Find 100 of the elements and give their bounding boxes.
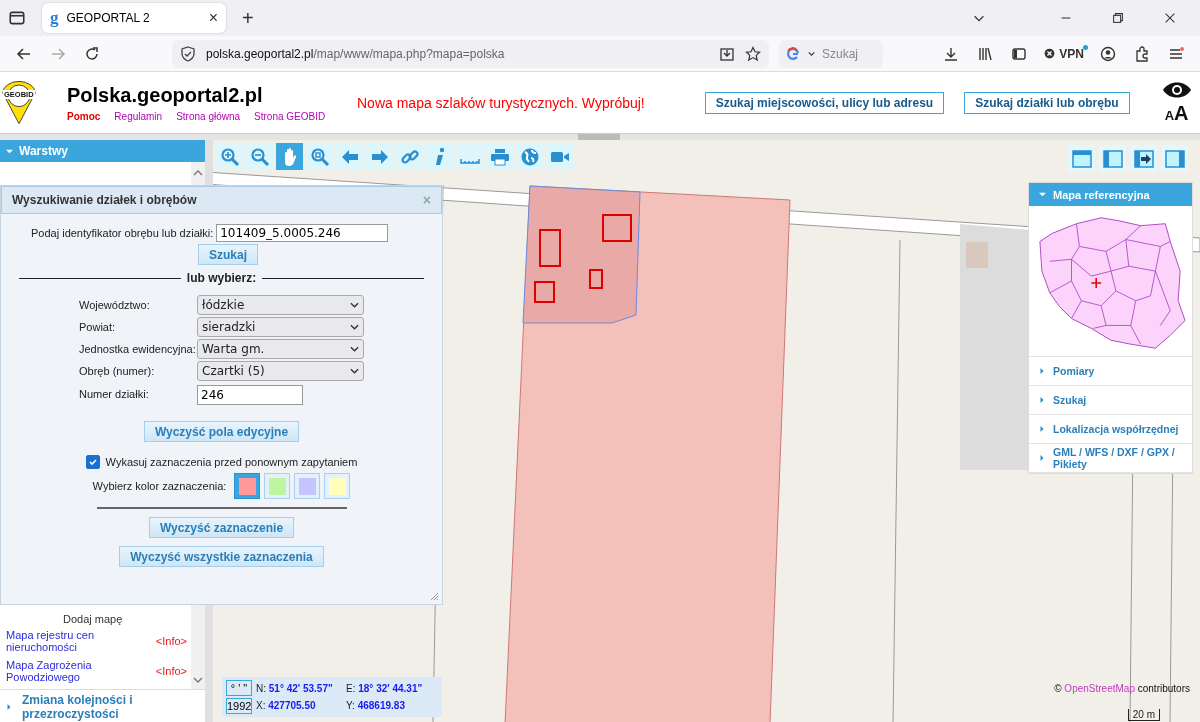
globe-tool[interactable] xyxy=(516,143,543,170)
star-icon[interactable] xyxy=(745,45,761,62)
sidebar-icon[interactable] xyxy=(1011,45,1028,62)
layer-link[interactable]: Mapa rejestru cen nieruchomości xyxy=(6,629,106,653)
measure-tool[interactable] xyxy=(456,143,483,170)
caret-icon xyxy=(350,302,359,308)
panel-section[interactable]: Pomiary xyxy=(1029,357,1192,386)
header-link[interactable]: Pomoc xyxy=(67,110,101,122)
scroll-up-icon[interactable] xyxy=(193,170,203,176)
resize-grip-icon[interactable] xyxy=(429,591,439,601)
extensions-icon[interactable] xyxy=(1134,45,1150,62)
zoom-extent-tool[interactable] xyxy=(306,143,333,170)
attribution: © OpenStreetMap contributors xyxy=(1054,683,1190,694)
clear-all-button[interactable]: Wyczyść wszystkie zaznaczenia xyxy=(119,546,324,567)
dialog-title: Wyszukiwanie działek i obrębów xyxy=(12,193,197,207)
color-swatch[interactable] xyxy=(234,473,261,499)
panel-section[interactable]: GML / WFS / DXF / GPX / Pikiety xyxy=(1029,444,1192,473)
library-icon[interactable] xyxy=(977,45,994,62)
field-label: Podaj identyfikator obrębu lub działki: xyxy=(31,227,214,239)
color-swatch[interactable] xyxy=(264,473,291,499)
color-swatch[interactable] xyxy=(324,473,351,499)
vpn-icon xyxy=(1043,47,1057,60)
pan-tool[interactable] xyxy=(276,143,303,170)
tab-list-icon[interactable] xyxy=(8,9,26,27)
field-label: Numer działki: xyxy=(79,388,150,400)
dropdown[interactable]: Czartki (5) xyxy=(197,361,364,381)
check-icon xyxy=(87,457,98,467)
restore-icon[interactable] xyxy=(1111,11,1125,25)
forward-icon[interactable] xyxy=(50,45,66,62)
site-title[interactable]: Polska.geoportal2.pl xyxy=(67,83,357,107)
dropdown[interactable]: łódzkie xyxy=(197,295,364,315)
eye-icon[interactable] xyxy=(1161,80,1192,100)
header-link[interactable]: Strona GEOBID xyxy=(254,110,326,122)
clear-fields-button[interactable]: Wyczyść pola edycyjne xyxy=(143,421,300,442)
new-tab-button[interactable]: + xyxy=(242,6,254,30)
field-label: Powiat: xyxy=(79,321,117,333)
info-link[interactable]: <Info> xyxy=(155,665,187,677)
format-button[interactable]: ° ' " xyxy=(226,680,252,696)
osm-link[interactable]: OpenStreetMap xyxy=(1064,683,1135,694)
search-placeholder: Szukaj xyxy=(822,46,859,61)
browser-tab[interactable]: g GEOPORTAL 2 × xyxy=(42,3,226,33)
add-map-label[interactable]: Dodaj mapę xyxy=(63,613,187,625)
header-link[interactable]: Strona główna xyxy=(176,110,241,122)
printer-icon xyxy=(489,146,510,167)
info-link[interactable]: <Info> xyxy=(155,635,187,647)
video-tool[interactable] xyxy=(546,143,573,170)
chevron-down-icon[interactable] xyxy=(807,49,816,58)
coordinate-value: X: 427705.50 xyxy=(256,700,317,711)
coordinate-value: Y: 468619.83 xyxy=(346,700,406,711)
layout-export-button[interactable] xyxy=(1130,145,1157,172)
back-icon[interactable] xyxy=(16,45,32,62)
layout-top-button[interactable] xyxy=(1068,145,1095,172)
globe-icon xyxy=(519,146,540,167)
dropdown[interactable]: Warta gm. xyxy=(197,339,364,359)
install-icon[interactable] xyxy=(719,45,735,62)
color-swatch[interactable] xyxy=(294,473,321,499)
zoom-in-tool[interactable] xyxy=(216,143,243,170)
font-size-button[interactable]: AA xyxy=(1164,102,1189,125)
header-link[interactable]: Regulamin xyxy=(114,110,163,122)
address-bar[interactable]: polska.geoportal2.pl/map/www/mapa.php?mapa=polska xyxy=(172,39,769,68)
reload-icon[interactable] xyxy=(84,45,100,62)
link-tool[interactable] xyxy=(396,143,423,170)
search-engine-icon[interactable] xyxy=(785,45,801,62)
order-transparency-item[interactable]: Zmiana kolejności i przezroczystości xyxy=(0,689,205,722)
print-tool[interactable] xyxy=(486,143,513,170)
url-text: polska.geoportal2.pl/map/www/mapa.php?mapa=polska xyxy=(206,46,505,61)
magnifier-icon xyxy=(309,146,330,167)
tab-close-button[interactable]: × xyxy=(208,9,218,27)
field-label: Jednostka ewidencyjna: xyxy=(79,343,197,355)
caret-icon xyxy=(350,368,359,374)
zoom-out-icon xyxy=(249,146,270,167)
menu-icon[interactable] xyxy=(1168,45,1184,62)
promo-link[interactable]: Nowa mapa szlaków turystycznych. Wypróbuj! xyxy=(357,94,645,111)
info-tool[interactable] xyxy=(426,143,453,170)
download-icon[interactable] xyxy=(943,45,960,62)
divider-label: lub wybierz: xyxy=(186,271,257,285)
shield-icon[interactable] xyxy=(180,45,196,62)
search-button[interactable]: Szukaj miejscowości, ulicy lub adresu xyxy=(704,91,945,114)
system-button[interactable]: 1992 xyxy=(226,698,252,714)
coordinate-value: E: 18° 32' 44.31" xyxy=(346,683,424,694)
search-button[interactable]: Szukaj xyxy=(198,244,258,265)
search-button[interactable]: Szukaj działki lub obrębu xyxy=(964,91,1130,114)
caret-icon xyxy=(350,346,359,352)
input-field[interactable]: 101409_5.0005.246 xyxy=(216,224,389,242)
dropdown[interactable]: sieradzki xyxy=(197,317,364,337)
close-icon[interactable] xyxy=(1163,11,1177,25)
account-icon[interactable] xyxy=(1100,45,1116,62)
favicon: g xyxy=(50,8,59,28)
back-tool[interactable] xyxy=(336,143,363,170)
ruler-icon xyxy=(459,157,480,164)
forward-tool[interactable] xyxy=(366,143,393,170)
panel-section[interactable]: Lokalizacja współrzędnej xyxy=(1029,415,1192,444)
zoom-out-tool[interactable] xyxy=(246,143,273,170)
panel-section[interactable]: Szukaj xyxy=(1029,386,1192,415)
color-label: Wybierz kolor zaznaczenia: xyxy=(92,480,227,492)
scroll-down-icon[interactable] xyxy=(193,677,203,683)
clear-selection-button[interactable]: Wyczyść zaznaczenie xyxy=(148,517,295,538)
checkbox[interactable] xyxy=(85,455,100,469)
input-field[interactable]: 246 xyxy=(197,385,303,405)
layer-link[interactable]: Mapa Zagrożenia Powodziowego xyxy=(6,659,106,683)
